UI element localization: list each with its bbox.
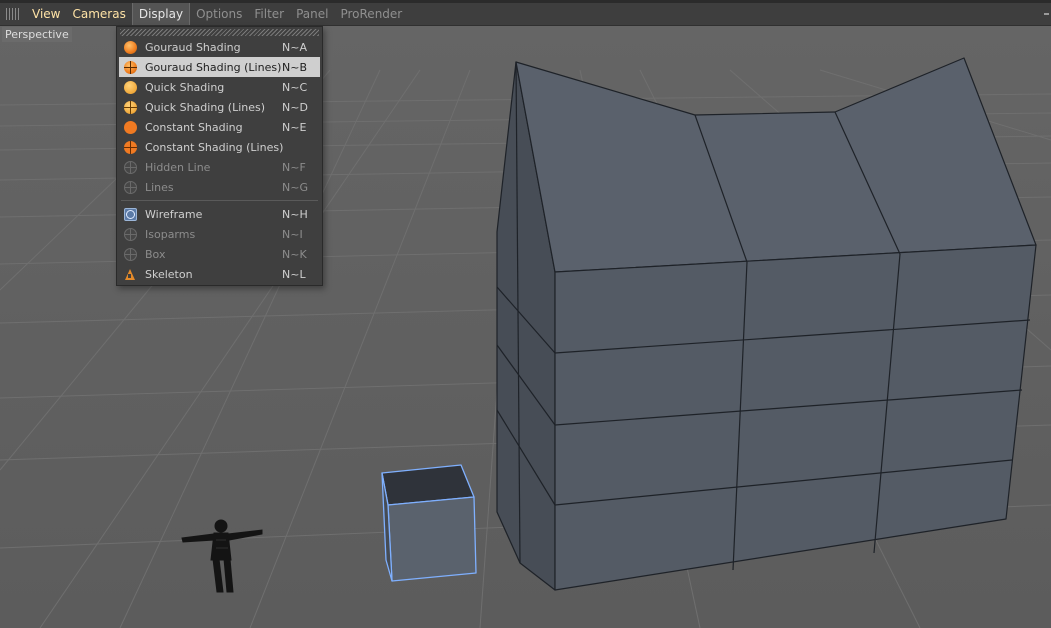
hidden-line-icon bbox=[124, 160, 137, 174]
menu-item-shortcut: N~I bbox=[282, 227, 303, 241]
menu-item-shortcut: N~E bbox=[282, 120, 307, 134]
menu-item-shortcut: N~G bbox=[282, 180, 308, 194]
menu-item-hidden-line[interactable]: Hidden Line N~F bbox=[119, 157, 320, 177]
quick-shading-icon bbox=[124, 80, 137, 94]
menu-view[interactable]: View bbox=[26, 3, 66, 25]
menu-item-constant-shading[interactable]: Constant Shading N~E bbox=[119, 117, 320, 137]
constant-shading-icon bbox=[124, 120, 137, 134]
menu-item-label: Wireframe bbox=[145, 207, 203, 221]
menu-item-gouraud-shading-lines[interactable]: Gouraud Shading (Lines) N~B bbox=[119, 57, 320, 77]
panel-grip-icon[interactable] bbox=[6, 8, 20, 20]
menu-item-shortcut: N~C bbox=[282, 80, 308, 94]
menu-item-label: Isoparms bbox=[145, 227, 196, 241]
lines-icon bbox=[124, 180, 137, 194]
viewport-camera-label[interactable]: Perspective bbox=[2, 27, 72, 42]
constant-shading-lines-icon bbox=[124, 140, 137, 154]
menu-item-label: Hidden Line bbox=[145, 160, 211, 174]
menu-item-isoparms[interactable]: Isoparms N~I bbox=[119, 224, 320, 244]
menu-item-shortcut: N~H bbox=[282, 207, 308, 221]
menu-item-constant-shading-lines[interactable]: Constant Shading (Lines) bbox=[119, 137, 320, 157]
display-dropdown-menu: Gouraud Shading N~A Gouraud Shading (Lin… bbox=[116, 26, 323, 286]
menu-item-quick-shading-lines[interactable]: Quick Shading (Lines) N~D bbox=[119, 97, 320, 117]
menu-options[interactable]: Options bbox=[190, 3, 248, 25]
menu-item-label: Gouraud Shading bbox=[145, 40, 241, 54]
isoparms-icon bbox=[124, 227, 137, 241]
menu-item-label: Quick Shading bbox=[145, 80, 225, 94]
menu-display[interactable]: Display bbox=[131, 3, 191, 25]
menu-tearoff-handle[interactable] bbox=[120, 29, 319, 36]
menu-cameras[interactable]: Cameras bbox=[66, 3, 131, 25]
menu-item-label: Constant Shading (Lines) bbox=[145, 140, 284, 154]
menu-item-shortcut: N~D bbox=[282, 100, 308, 114]
menu-item-label: Constant Shading bbox=[145, 120, 243, 134]
menu-item-box[interactable]: Box N~K bbox=[119, 244, 320, 264]
menu-item-shortcut: N~B bbox=[282, 60, 307, 74]
menu-item-label: Skeleton bbox=[145, 267, 193, 281]
menu-separator bbox=[121, 200, 318, 201]
quick-shading-lines-icon bbox=[124, 100, 137, 114]
menu-prorender[interactable]: ProRender bbox=[334, 3, 408, 25]
menu-item-gouraud-shading[interactable]: Gouraud Shading N~A bbox=[119, 37, 320, 57]
menu-item-label: Quick Shading (Lines) bbox=[145, 100, 266, 114]
gouraud-shading-icon bbox=[124, 40, 137, 54]
menu-panel[interactable]: Panel bbox=[290, 3, 334, 25]
menu-item-shortcut: N~K bbox=[282, 247, 307, 261]
menu-item-skeleton[interactable]: Skeleton N~L bbox=[119, 264, 320, 284]
menu-item-shortcut: N~A bbox=[282, 40, 307, 54]
house-mesh[interactable] bbox=[496, 57, 1037, 591]
menu-item-shortcut: N~L bbox=[282, 267, 306, 281]
box-icon bbox=[124, 247, 137, 261]
menu-item-quick-shading[interactable]: Quick Shading N~C bbox=[119, 77, 320, 97]
menu-item-label: Gouraud Shading (Lines) bbox=[145, 60, 282, 74]
menubar-end-marker bbox=[1044, 13, 1049, 15]
viewport-menubar: View Cameras Display Options Filter Pane… bbox=[0, 3, 1051, 26]
menu-item-lines[interactable]: Lines N~G bbox=[119, 177, 320, 197]
menu-item-wireframe[interactable]: Wireframe N~H bbox=[119, 204, 320, 224]
selected-cube[interactable] bbox=[381, 464, 477, 582]
menu-item-label: Box bbox=[145, 247, 166, 261]
wireframe-icon bbox=[124, 207, 137, 221]
menu-filter[interactable]: Filter bbox=[248, 3, 290, 25]
gouraud-shading-lines-icon bbox=[124, 60, 137, 74]
menu-item-shortcut: N~F bbox=[282, 160, 306, 174]
menu-item-label: Lines bbox=[145, 180, 174, 194]
skeleton-icon bbox=[124, 268, 137, 281]
